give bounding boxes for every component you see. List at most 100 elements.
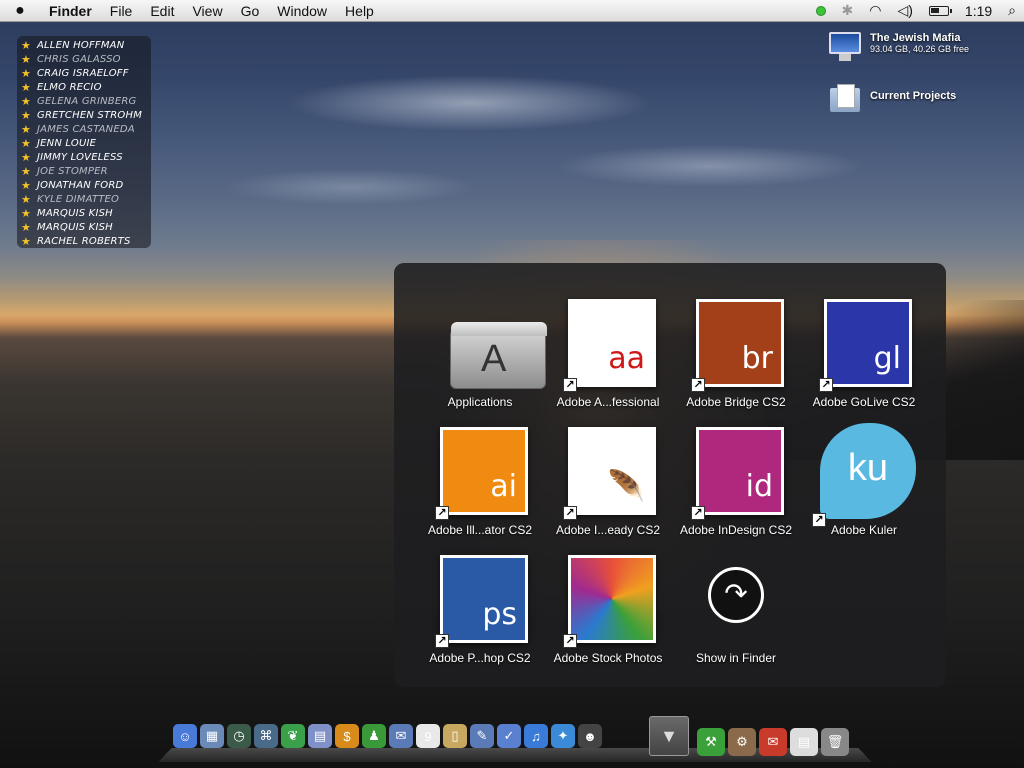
menu-go[interactable]: Go (232, 3, 269, 19)
contact-item[interactable]: ★ JAMES CASTANEDA (21, 122, 147, 136)
leaf-icon[interactable]: ❦ (281, 724, 305, 748)
stack-item-photoshop[interactable]: ps ↗ Adobe P...hop CS2 (416, 531, 544, 665)
contact-item[interactable]: ★ KYLE DIMATTEO (21, 192, 147, 206)
menu-view[interactable]: View (183, 3, 231, 19)
stack-toggle-icon[interactable]: ▼ (649, 716, 689, 756)
documents-icon[interactable]: ▤ (790, 728, 818, 756)
utilities-icon[interactable]: ⚒ (697, 728, 725, 756)
menu-help[interactable]: Help (336, 3, 383, 19)
truck-icon[interactable]: ▤ (308, 724, 332, 748)
menu-file[interactable]: File (101, 3, 142, 19)
contact-item[interactable]: ★ CRAIG ISRAELOFF (21, 66, 147, 80)
stack-item-applications[interactable]: A Applications (416, 275, 547, 409)
contact-name: MARQUIS KISH (37, 221, 113, 233)
stack-item-label: Adobe Kuler (830, 523, 898, 537)
star-icon: ★ (21, 66, 32, 80)
contact-name: RACHEL ROBERTS (37, 235, 131, 247)
battery-icon[interactable] (921, 5, 957, 16)
contact-name: MARQUIS KISH (37, 207, 113, 219)
contact-item[interactable]: ★ GELENA GRINBERG (21, 94, 147, 108)
star-icon: ★ (21, 150, 32, 164)
contact-item[interactable]: ★ JIMMY LOVELESS (21, 150, 147, 164)
acrobat-icon: aa ↗ (563, 299, 656, 392)
stack-item-golive[interactable]: gl ↗ Adobe GoLive CS2 (800, 275, 928, 409)
menu-edit[interactable]: Edit (141, 3, 183, 19)
contacts-widget: ★ ALLEN HOFFMAN ★ CHRIS GALASSO ★ CRAIG ISRAE… (17, 36, 151, 248)
imageready-icon: 🪶 ↗ (563, 427, 656, 520)
stock-icon: ↗ (563, 555, 656, 648)
stack-item-label: Adobe Stock Photos (553, 651, 663, 665)
stack-item-bridge[interactable]: br ↗ Adobe Bridge CS2 (672, 275, 800, 409)
mail-icon[interactable]: ✉ (389, 724, 413, 748)
star-icon: ★ (21, 94, 32, 108)
dollar-icon[interactable]: $ (335, 724, 359, 748)
star-icon: ★ (21, 80, 32, 94)
stack-item-acrobat[interactable]: aa ↗ Adobe A...fessional (544, 275, 672, 409)
alias-arrow-icon: ↗ (691, 506, 705, 520)
stack-item-stock[interactable]: ↗ Adobe Stock Photos (544, 531, 672, 665)
itunes-icon[interactable]: ♫ (524, 724, 548, 748)
contact-name: CRAIG ISRAELOFF (37, 67, 129, 79)
contact-name: JONATHAN FORD (37, 179, 124, 191)
folder-desktop-icon[interactable]: Current Projects (828, 84, 956, 114)
menu-window[interactable]: Window (268, 3, 336, 19)
stack-item-indesign[interactable]: id ↗ Adobe InDesign CS2 (672, 403, 800, 537)
notes-icon[interactable]: ▯ (443, 724, 467, 748)
drive-info: 93.04 GB, 40.26 GB free (870, 44, 970, 54)
system-prefs-icon[interactable]: ⚙ (728, 728, 756, 756)
contact-item[interactable]: ★ GRETCHEN STROHM (21, 108, 147, 122)
dashboard-icon[interactable]: ▦ (200, 724, 224, 748)
dock: ☺ ▦ ◷ ⌘ ❦ ▤ $ ♟ ✉ 9 ▯ ✎ ✓ ♫ ✦ ☻ ▼ ⚒ ⚙ ✉ ▤ 🗑 (158, 716, 872, 768)
stack-item-imageready[interactable]: 🪶 ↗ Adobe I...eady CS2 (544, 403, 672, 537)
avatar-icon[interactable]: ☻ (578, 724, 602, 748)
contact-item[interactable]: ★ JOE STOMPER (21, 164, 147, 178)
finder-icon[interactable]: ☺ (173, 724, 197, 748)
menu-finder[interactable]: Finder (40, 3, 101, 19)
show-in-finder-icon: ↷ (708, 567, 764, 623)
calendar-icon[interactable]: 9 (416, 724, 440, 748)
alias-arrow-icon: ↗ (563, 506, 577, 520)
spaces-icon[interactable]: ⌘ (254, 724, 278, 748)
time-machine-icon[interactable]: ◷ (227, 724, 251, 748)
safari-icon[interactable]: ✦ (551, 724, 575, 748)
drive-desktop-icon[interactable]: The Jewish Mafia 93.04 GB, 40.26 GB free (828, 32, 969, 62)
checklist-icon[interactable]: ✓ (497, 724, 521, 748)
contact-item[interactable]: ★ MARQUIS KISH (21, 220, 147, 234)
menu-clock[interactable]: 1:19 (957, 3, 1000, 19)
contact-item[interactable]: ★ ELMO RECIO (21, 80, 147, 94)
status-dot-icon[interactable] (808, 5, 834, 16)
stack-item-illustrator[interactable]: ai ↗ Adobe Ill...ator CS2 (416, 403, 544, 537)
drive-name: The Jewish Mafia (870, 32, 961, 44)
contact-item[interactable]: ★ MARQUIS KISH (21, 206, 147, 220)
bluetooth-icon[interactable]: ✱ (834, 2, 862, 19)
photoshop-icon: ps ↗ (435, 555, 528, 648)
spotlight-icon[interactable]: ⌕ (1000, 2, 1024, 19)
contact-item[interactable]: ★ JENN LOUIE (21, 136, 147, 150)
contact-name: JOE STOMPER (37, 165, 108, 177)
contact-item[interactable]: ★ ALLEN HOFFMAN (21, 38, 147, 52)
imac-icon (828, 32, 862, 62)
alias-arrow-icon: ↗ (563, 634, 577, 648)
contact-name: ELMO RECIO (37, 81, 102, 93)
preview-icon[interactable]: ✎ (470, 724, 494, 748)
wifi-icon[interactable]: ◠ (861, 2, 889, 19)
stack-item-show-in-finder[interactable]: ↷ Show in Finder (672, 531, 800, 665)
contact-item[interactable]: ★ CHRIS GALASSO (21, 52, 147, 66)
stack-item-kuler[interactable]: ku ↗ Adobe Kuler (800, 403, 928, 537)
bridge-icon: br ↗ (691, 299, 784, 392)
stack-item-label: Adobe P...hop CS2 (429, 651, 531, 665)
volume-icon[interactable]: ◁) (889, 2, 920, 19)
contact-name: KYLE DIMATTEO (37, 193, 120, 205)
contact-name: ALLEN HOFFMAN (37, 39, 125, 51)
alias-arrow-icon: ↗ (435, 506, 449, 520)
trash-icon[interactable]: 🗑 (821, 728, 849, 756)
contact-name: GELENA GRINBERG (37, 95, 137, 107)
kuler-icon: ku ↗ (812, 423, 916, 527)
buddy-icon[interactable]: ♟ (362, 724, 386, 748)
contact-item[interactable]: ★ JONATHAN FORD (21, 178, 147, 192)
contact-item[interactable]: ★ RACHEL ROBERTS (21, 234, 147, 248)
apple-menu-icon[interactable]: ● (0, 2, 40, 20)
applications-folder-icon: A (450, 322, 547, 389)
menu-bar: ● Finder File Edit View Go Window Help ✱… (0, 0, 1024, 22)
mailbox-icon[interactable]: ✉ (759, 728, 787, 756)
